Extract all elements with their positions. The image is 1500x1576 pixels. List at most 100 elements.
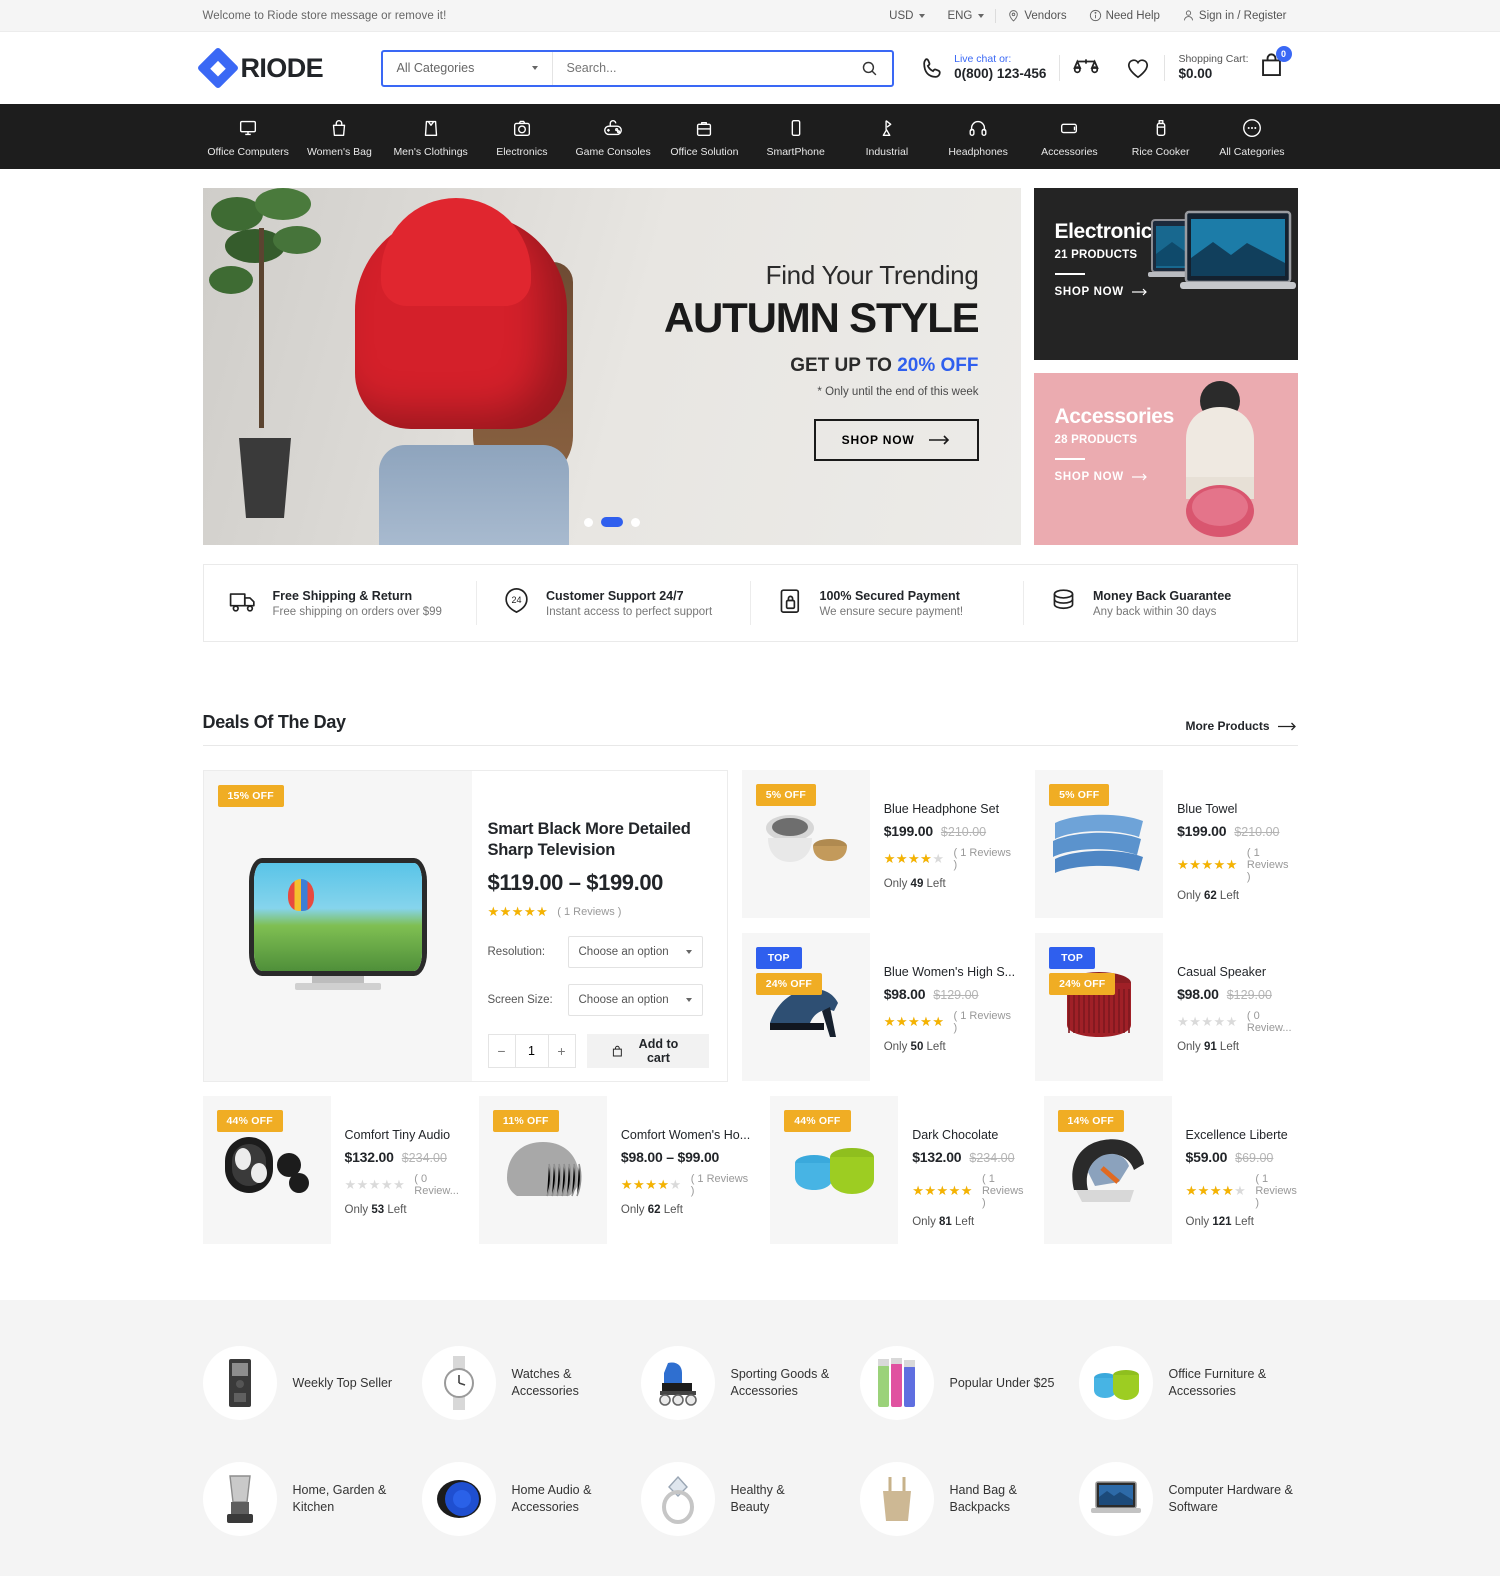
secure-payment-icon — [775, 585, 806, 621]
shirt-icon — [420, 116, 442, 141]
carousel-dot-1[interactable] — [583, 517, 593, 527]
resolution-select[interactable]: Choose an option — [567, 936, 703, 969]
product-card[interactable]: 44% OFF Comfort Tiny Audio $132.00 $234.… — [202, 1096, 465, 1244]
language-selector[interactable]: ENG — [936, 10, 995, 22]
product-title[interactable]: Comfort Tiny Audio — [345, 1128, 459, 1142]
live-chat-phone[interactable]: Live chat or: 0(800) 123-456 — [907, 53, 1059, 83]
product-card[interactable]: 44% OFF Dark Chocolate $132.00 $234.00 ★… — [770, 1096, 1029, 1244]
star-rating: ★★★★★★★★★★ — [1177, 857, 1238, 872]
quantity-stepper[interactable]: − + — [487, 1034, 576, 1069]
hero-button-label: SHOP NOW — [841, 433, 915, 447]
currency-selector[interactable]: USD — [878, 10, 936, 22]
product-title[interactable]: Blue Headphone Set — [884, 802, 1015, 816]
carousel-dot-3[interactable] — [630, 517, 640, 527]
nav-item-rice-cooker[interactable]: Rice Cooker — [1115, 116, 1206, 158]
product-title[interactable]: Comfort Women's Ho... — [621, 1128, 750, 1142]
footer-category-computer-hardware-software[interactable]: Computer Hardware & Software — [1078, 1462, 1298, 1536]
banner-electronics[interactable]: Electronics 21 PRODUCTS SHOP NOW — [1033, 188, 1298, 360]
banner-rule — [1054, 458, 1085, 460]
product-title[interactable]: Dark Chocolate — [912, 1128, 1023, 1142]
product-title[interactable]: Excellence Liberte — [1186, 1128, 1297, 1142]
footer-category-healthy-beauty[interactable]: Healthy & Beauty — [640, 1462, 860, 1536]
nav-item-women-s-bag[interactable]: Women's Bag — [294, 116, 385, 158]
banner-accessories[interactable]: Accessories 28 PRODUCTS SHOP NOW — [1033, 373, 1298, 545]
product-card[interactable]: TOP 24% OFF Blue Women's High S... $98.00… — [741, 933, 1021, 1082]
nav-item-men-s-clothings[interactable]: Men's Clothings — [385, 116, 476, 158]
star-rating: ★★★★★★★★★★ — [912, 1183, 973, 1198]
bottle-icon — [1150, 116, 1172, 141]
product-title[interactable]: Blue Towel — [1177, 802, 1291, 816]
arrow-right-icon — [1277, 722, 1296, 730]
product-title[interactable]: Smart Black More Detailed Sharp Televisi… — [488, 819, 709, 861]
plant-decoration — [208, 188, 329, 518]
add-to-cart-button[interactable]: Add to cart — [586, 1034, 709, 1069]
wishlist-button[interactable] — [1112, 55, 1164, 81]
nav-item-accessories[interactable]: Accessories — [1024, 116, 1115, 158]
screen-size-select[interactable]: Choose an option — [567, 984, 703, 1017]
nav-item-label: Game Consoles — [575, 145, 651, 158]
quantity-decrease-button[interactable]: − — [489, 1035, 515, 1067]
gamepad-icon — [602, 116, 624, 141]
product-card[interactable]: 14% OFF Excellence Liberte $59.00 $69.00… — [1043, 1096, 1303, 1244]
resolution-value: Choose an option — [578, 946, 669, 959]
hero-slider[interactable]: Find Your Trending AUTUMN STYLE GET UP T… — [202, 188, 1021, 545]
carousel-dot-2[interactable] — [600, 517, 623, 527]
nav-item-smartphone[interactable]: SmartPhone — [750, 116, 841, 158]
site-logo[interactable]: RIODE — [196, 46, 381, 90]
account-link[interactable]: Sign in / Register — [1171, 9, 1298, 22]
featured-product-card[interactable]: 15% OFF Smart Black More Detailed Sharp … — [202, 770, 728, 1082]
product-price: $59.00 — [1185, 1149, 1228, 1165]
quantity-increase-button[interactable]: + — [549, 1035, 575, 1067]
star-rating: ★★★★★★★★★★ — [344, 1177, 406, 1192]
product-card[interactable]: 11% OFF Comfort Women's Ho... $98.00 – $… — [478, 1096, 756, 1244]
feature-subtitle: We ensure secure payment! — [819, 605, 964, 618]
product-title[interactable]: Casual Speaker — [1177, 965, 1291, 979]
footer-category-home-audio-accessories[interactable]: Home Audio & Accessories — [421, 1462, 641, 1536]
money-back-icon — [1048, 585, 1079, 621]
arrow-right-icon — [928, 435, 949, 445]
price-row: $199.00 $210.00 — [1177, 823, 1291, 839]
search-submit-button[interactable] — [848, 52, 892, 85]
carousel-dots[interactable] — [583, 517, 640, 527]
cart-button[interactable]: Shopping Cart: $0.00 0 — [1165, 46, 1297, 84]
footer-category-sporting-goods-accessories[interactable]: Sporting Goods & Accessories — [640, 1346, 860, 1420]
search-input[interactable] — [552, 61, 848, 75]
discount-badge: 24% OFF — [1049, 973, 1116, 995]
product-card[interactable]: 5% OFF Blue Headphone Set $199.00 $210.0… — [741, 770, 1021, 919]
hero-shop-now-button[interactable]: SHOP NOW — [813, 419, 979, 461]
quantity-input[interactable] — [514, 1035, 549, 1068]
compare-button[interactable] — [1060, 55, 1112, 81]
product-card[interactable]: 5% OFF Blue Towel $199.00 $210.00 ★★★★★ ★… — [1035, 770, 1297, 919]
product-title[interactable]: Blue Women's High S... — [884, 965, 1015, 979]
footer-category-popular-under-25[interactable]: Popular Under $25 — [859, 1346, 1079, 1420]
price-row: $59.00 $69.00 — [1186, 1149, 1297, 1165]
top-bar-right: USD ENG Vendors Need Help Sign in / Regi… — [878, 8, 1298, 23]
more-products-link[interactable]: More Products — [1185, 719, 1297, 733]
nav-item-headphones[interactable]: Headphones — [933, 116, 1024, 158]
product-old-price: $129.00 — [933, 988, 979, 1002]
product-card[interactable]: TOP 24% OFF Casual Speaker $98.00 $129.00… — [1035, 933, 1297, 1082]
review-count: ( 1 Reviews ) — [981, 1173, 1024, 1209]
footer-category-weekly-top-seller[interactable]: Weekly Top Seller — [202, 1346, 422, 1420]
vendors-link[interactable]: Vendors — [996, 9, 1077, 22]
footer-category-office-furniture-accessories[interactable]: Office Furniture & Accessories — [1078, 1346, 1298, 1420]
nav-item-office-computers[interactable]: Office Computers — [203, 116, 294, 158]
nav-item-office-solution[interactable]: Office Solution — [659, 116, 750, 158]
nav-item-electronics[interactable]: Electronics — [476, 116, 567, 158]
review-count: ( 1 Reviews ) — [690, 1173, 749, 1197]
nav-item-game-consoles[interactable]: Game Consoles — [568, 116, 659, 158]
nav-item-industrial[interactable]: Industrial — [841, 116, 932, 158]
screen-size-value: Choose an option — [578, 994, 669, 1007]
need-help-link[interactable]: Need Help — [1078, 9, 1171, 22]
heart-icon — [1128, 59, 1149, 79]
footer-category-label: Popular Under $25 — [949, 1375, 1055, 1390]
footer-category-watches-accessories[interactable]: Watches & Accessories — [421, 1346, 641, 1420]
feature-subtitle: Free shipping on orders over $99 — [272, 605, 442, 618]
footer-category-hand-bag-backpacks[interactable]: Hand Bag & Backpacks — [859, 1462, 1079, 1536]
search-bar[interactable]: All Categories — [380, 49, 894, 87]
footer-category-home-garden-kitchen[interactable]: Home, Garden & Kitchen — [202, 1462, 422, 1536]
search-category-select[interactable]: All Categories — [383, 51, 553, 85]
rating-row: ★★★★★★★★★★ ( 1 Reviews ) — [912, 1173, 1023, 1209]
watch-icon — [1058, 116, 1080, 141]
nav-item-all-categories[interactable]: All Categories — [1206, 116, 1297, 158]
